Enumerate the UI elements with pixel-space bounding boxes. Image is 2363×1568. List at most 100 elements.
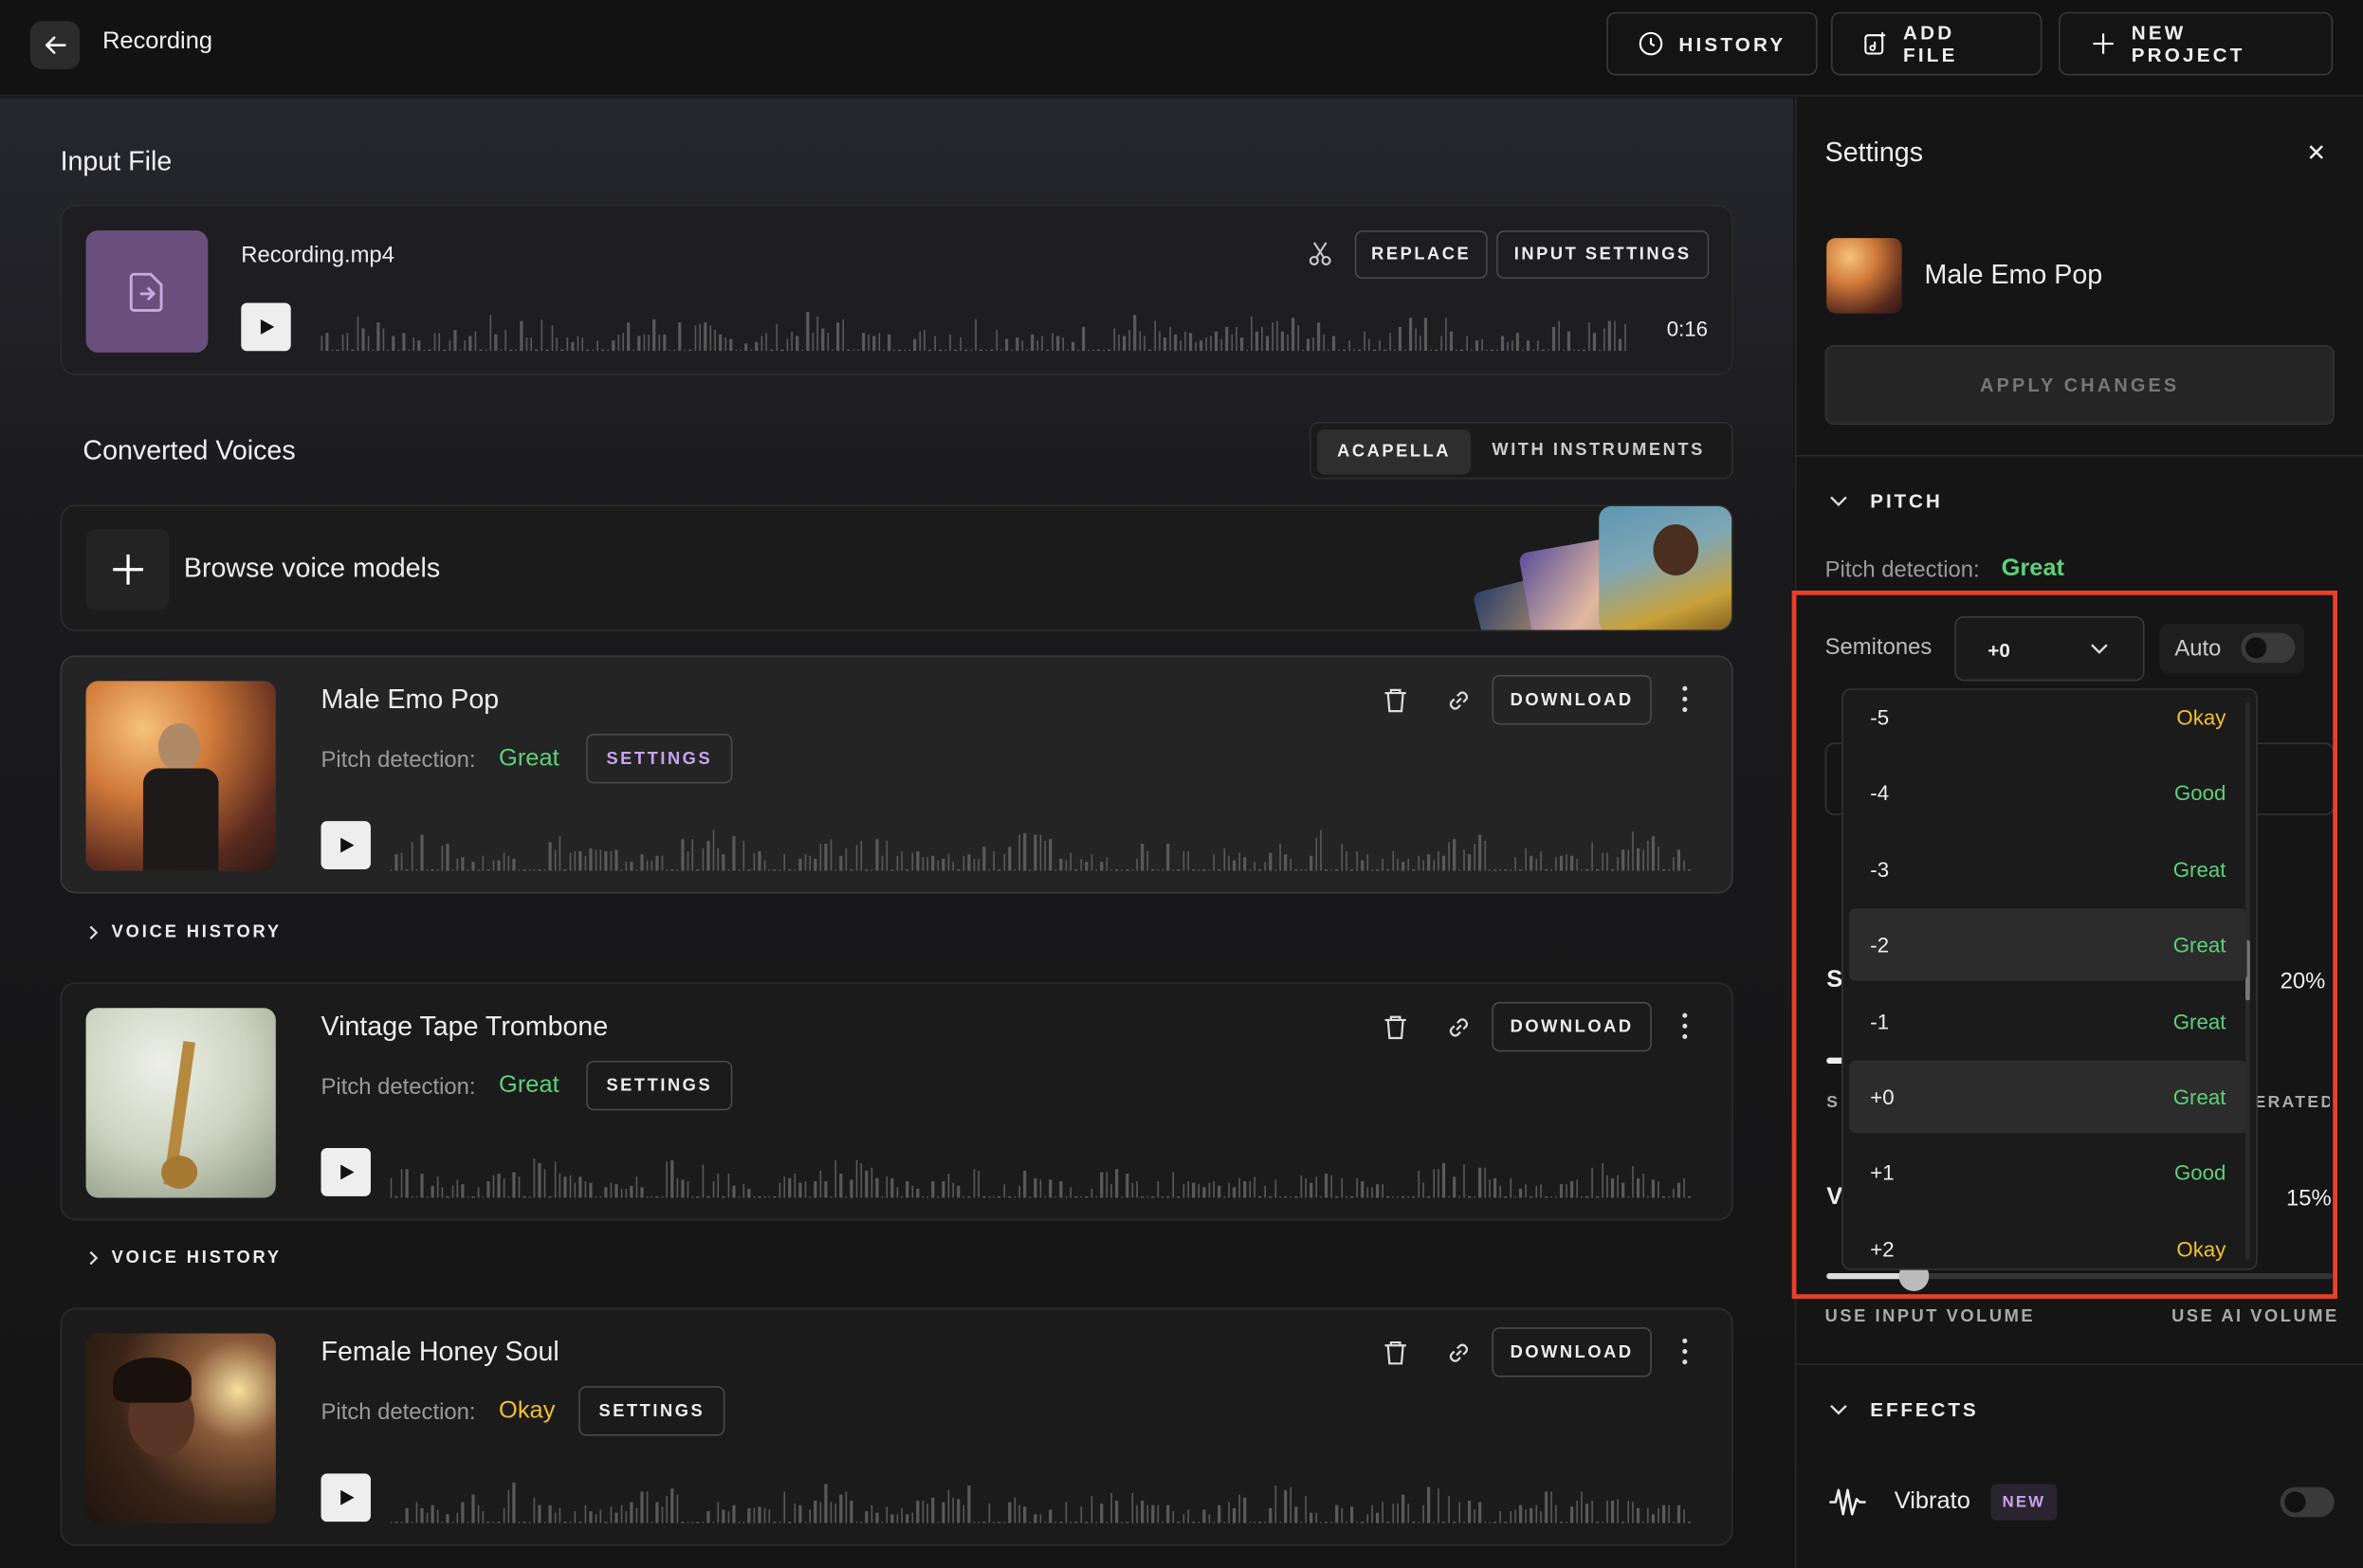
waveform-bar: [1008, 1501, 1011, 1523]
waveform-bar: [500, 348, 503, 352]
voice-waveform[interactable]: [390, 829, 1702, 871]
waveform-bar: [1616, 857, 1620, 871]
browse-voice-models-card[interactable]: Browse voice models: [60, 504, 1733, 631]
history-button[interactable]: HISTORY: [1606, 11, 1818, 76]
scissors-button[interactable]: [1307, 240, 1334, 275]
add-file-button[interactable]: ADD FILE: [1830, 11, 2042, 76]
dropdown-option[interactable]: -5 Okay: [1849, 690, 2247, 754]
voice-settings-button[interactable]: SETTINGS: [586, 733, 733, 784]
apply-changes-button[interactable]: APPLY CHANGES: [1824, 344, 2335, 426]
dropdown-option[interactable]: -2 Great: [1849, 908, 2247, 981]
download-button[interactable]: DOWNLOAD: [1492, 1327, 1652, 1377]
waveform-bar: [1626, 1195, 1629, 1198]
waveform-bar: [1412, 1195, 1415, 1198]
effects-section-toggle[interactable]: EFFECTS: [1828, 1398, 1979, 1421]
waveform-bar: [988, 868, 991, 871]
play-button[interactable]: [321, 1473, 371, 1522]
waveform-bar: [1218, 1186, 1220, 1198]
waveform-bar: [857, 348, 860, 352]
voice-history-toggle[interactable]: VOICE HISTORY: [87, 1249, 282, 1267]
auto-toggle[interactable]: [2241, 632, 2296, 664]
new-project-button[interactable]: NEW PROJECT: [2058, 11, 2334, 76]
dropdown-option[interactable]: -3 Great: [1849, 833, 2247, 905]
waveform-bar: [1658, 1180, 1660, 1198]
replace-button[interactable]: REPLACE: [1354, 230, 1488, 280]
voice-waveform[interactable]: [390, 1481, 1702, 1523]
waveform-bar: [1141, 844, 1144, 871]
back-button[interactable]: [29, 21, 81, 70]
pitch-section-toggle[interactable]: PITCH: [1828, 490, 1943, 512]
more-options-button[interactable]: [1675, 1011, 1695, 1048]
play-button[interactable]: [321, 821, 371, 870]
voice-waveform[interactable]: [390, 1156, 1702, 1198]
waveform-bar: [1251, 317, 1254, 352]
waveform-bar: [1673, 1189, 1676, 1198]
duration: 0:16: [1666, 316, 1709, 341]
waveform-bar: [1126, 1173, 1128, 1198]
waveform-bar: [1412, 868, 1415, 871]
waveform-bar: [1218, 868, 1220, 871]
dropdown-option[interactable]: +1 Good: [1849, 1136, 2247, 1208]
close-settings-button[interactable]: [2306, 141, 2327, 170]
voice-settings-button[interactable]: SETTINGS: [578, 1386, 725, 1436]
delete-button[interactable]: [1382, 1340, 1409, 1375]
semitones-select[interactable]: +0: [1954, 616, 2145, 682]
tab-with-instruments[interactable]: WITH INSTRUMENTS: [1492, 442, 1704, 460]
copy-link-button[interactable]: [1445, 1014, 1473, 1049]
waveform-bar: [1647, 840, 1650, 871]
play-button[interactable]: [241, 302, 291, 352]
input-settings-button[interactable]: INPUT SETTINGS: [1496, 230, 1710, 280]
waveform-bar: [1606, 853, 1609, 871]
browse-plus-button[interactable]: [85, 528, 170, 611]
waveform-bar: [436, 1509, 439, 1523]
download-button[interactable]: DOWNLOAD: [1492, 675, 1652, 725]
waveform-bar: [834, 1503, 837, 1523]
waveform-bar: [402, 333, 405, 352]
waveform-bar: [1542, 348, 1545, 352]
voice-settings-button[interactable]: SETTINGS: [586, 1060, 733, 1111]
waveform-bar: [763, 1507, 766, 1523]
delete-button[interactable]: [1382, 687, 1409, 722]
waveform-bar: [1534, 1505, 1537, 1523]
waveform-bar: [1611, 1178, 1614, 1198]
output-mode-tabs: ACAPELLA WITH INSTRUMENTS: [1310, 422, 1733, 480]
voice-card[interactable]: Male Emo Pop Pitch detection: Great SETT…: [60, 655, 1733, 894]
waveform-bar: [1391, 1504, 1395, 1523]
voice-card[interactable]: Female Honey Soul Pitch detection: Okay …: [60, 1307, 1733, 1546]
dropdown-option[interactable]: -4 Good: [1849, 757, 2247, 829]
waveform-bar: [753, 1507, 756, 1523]
copy-link-button[interactable]: [1445, 1340, 1473, 1375]
waveform-bar: [1222, 848, 1226, 871]
waveform-bar: [658, 334, 661, 352]
waveform-bar: [1682, 1509, 1686, 1523]
voice-card[interactable]: Vintage Tape Trombone Pitch detection: G…: [60, 982, 1733, 1221]
waveform-bar: [390, 1521, 393, 1523]
vibrato-toggle[interactable]: [2280, 1486, 2335, 1518]
waveform-bar: [357, 316, 359, 352]
copy-link-button[interactable]: [1445, 687, 1473, 722]
dropdown-option[interactable]: -1 Great: [1849, 985, 2247, 1057]
more-options-button[interactable]: [1675, 1337, 1695, 1375]
tab-acapella[interactable]: ACAPELLA: [1317, 428, 1472, 475]
waveform-bar: [854, 1159, 858, 1198]
waveform-bar: [1106, 1521, 1108, 1523]
waveform-bar: [957, 868, 960, 871]
waveform-bar: [1284, 853, 1287, 871]
more-options-button[interactable]: [1675, 684, 1695, 722]
waveform-bar: [852, 348, 855, 352]
volume-slider-track[interactable]: [1826, 1261, 2334, 1292]
waveform-bar: [1136, 1504, 1139, 1523]
dropdown-option[interactable]: +2 Okay: [1849, 1212, 2247, 1268]
waveform-bar: [1524, 1183, 1528, 1198]
voice-history-toggle[interactable]: VOICE HISTORY: [87, 923, 282, 941]
play-button[interactable]: [321, 1148, 371, 1196]
waveform-bar: [1130, 1492, 1134, 1523]
waveform-bar: [1422, 1504, 1425, 1523]
dropdown-option-selected[interactable]: +0 Great: [1849, 1060, 2247, 1134]
waveform-bar: [830, 1501, 833, 1523]
download-button[interactable]: DOWNLOAD: [1492, 1001, 1652, 1052]
waveform-bar: [1317, 322, 1320, 352]
input-waveform[interactable]: [321, 309, 1636, 352]
delete-button[interactable]: [1382, 1014, 1409, 1049]
waveform-bar: [1121, 868, 1124, 871]
